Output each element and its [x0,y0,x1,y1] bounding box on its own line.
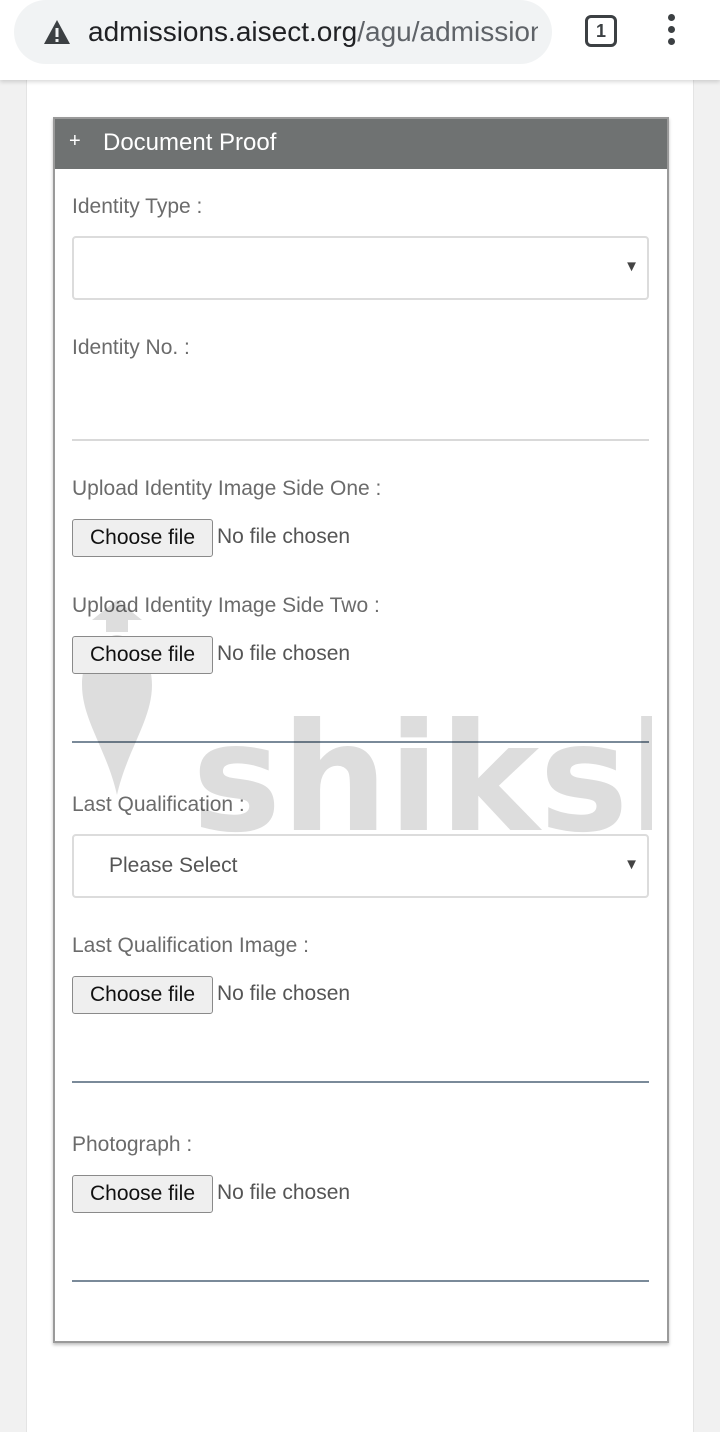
expand-plus-icon[interactable]: + [69,130,85,153]
upload-side-two-status: No file chosen [217,642,351,665]
last-qualification-label: Last Qualification : [72,793,245,816]
url-path: /agu/admission [357,16,538,47]
upload-side-one-button[interactable]: Choose file [72,519,213,557]
last-qualification-value: Please Select [109,854,238,877]
warning-triangle-icon[interactable] [42,18,72,46]
section-divider [72,1081,649,1083]
last-qualification-image-label: Last Qualification Image : [72,934,309,957]
panel-title: Document Proof [103,129,277,156]
identity-no-label: Identity No. : [72,336,190,359]
browser-toolbar: admissions.aisect.org/agu/admission 1 [0,0,720,80]
identity-no-input[interactable] [72,401,649,441]
upload-side-one-status: No file chosen [217,525,351,548]
upload-side-two-button[interactable]: Choose file [72,636,213,674]
identity-type-label: Identity Type : [72,195,203,218]
last-qualification-select[interactable]: Please Select ▼ [72,834,649,898]
identity-type-select[interactable]: ▼ [72,236,649,300]
caret-down-icon: ▼ [624,856,639,873]
caret-down-icon: ▼ [624,258,639,275]
panel-header[interactable]: + Document Proof [55,119,667,169]
photograph-button[interactable]: Choose file [72,1175,213,1213]
url-host: admissions.aisect.org [88,16,358,47]
tab-count: 1 [595,20,606,41]
photograph-status: No file chosen [217,1181,351,1204]
section-divider [72,1280,649,1282]
vertical-dots-icon[interactable] [660,14,682,48]
upload-side-two-label: Upload Identity Image Side Two : [72,594,380,617]
tab-switcher-button[interactable]: 1 [585,15,617,47]
url-text[interactable]: admissions.aisect.org/agu/admission [88,14,538,50]
address-bar[interactable]: admissions.aisect.org/agu/admission [14,0,552,64]
photograph-label: Photograph : [72,1133,193,1156]
last-qualification-image-status: No file chosen [217,982,351,1005]
document-proof-panel: + Document Proof [53,117,669,1343]
last-qualification-image-button[interactable]: Choose file [72,976,213,1014]
section-divider [72,741,649,743]
upload-side-one-label: Upload Identity Image Side One : [72,477,382,500]
